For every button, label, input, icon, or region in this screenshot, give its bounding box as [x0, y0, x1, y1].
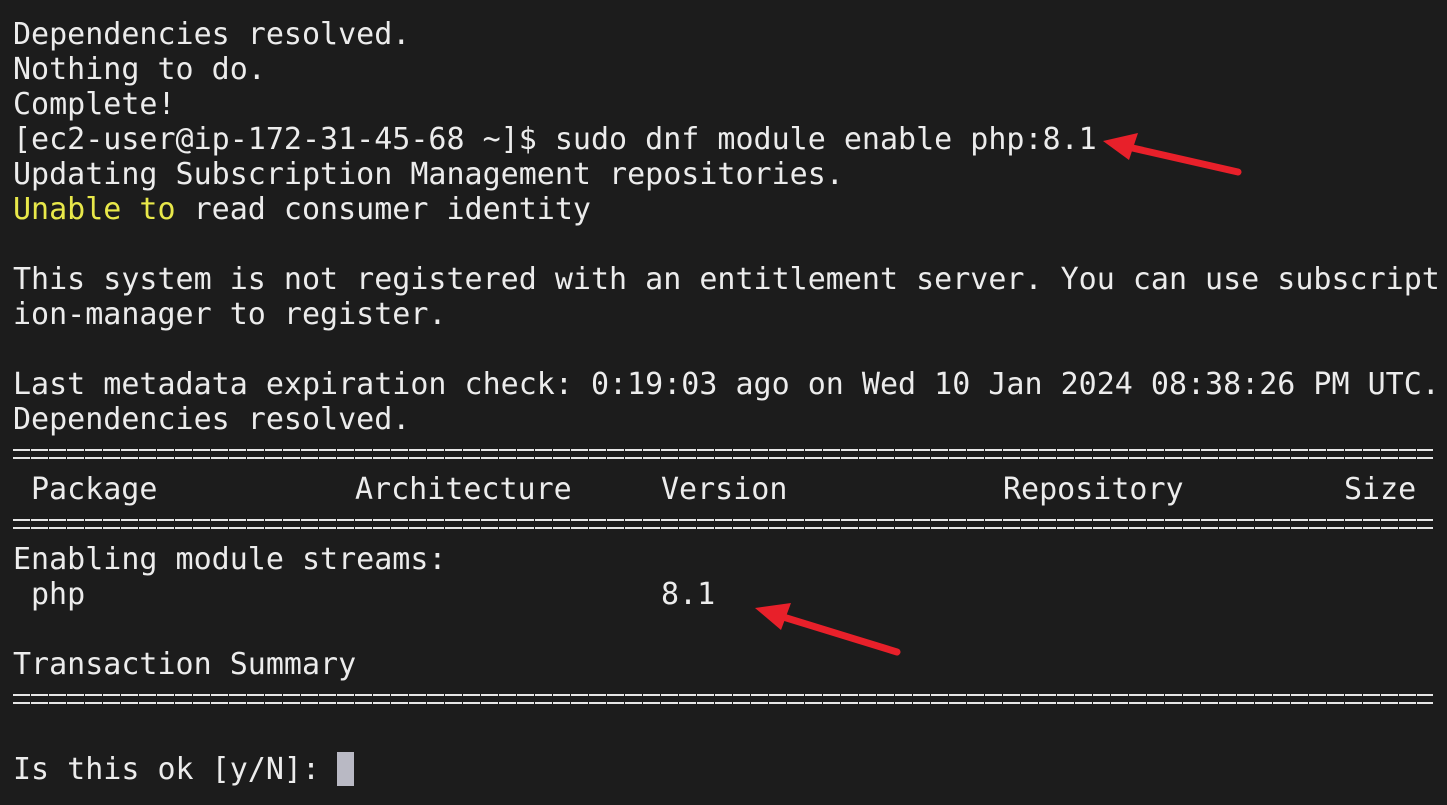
- output-line: Last metadata expiration check: 0:19:03 …: [13, 367, 1440, 402]
- output-line: Nothing to do.: [13, 52, 266, 87]
- table-cell-package: php: [31, 577, 86, 612]
- section-heading: Enabling module streams:: [13, 542, 447, 577]
- command-prompt-line: [ec2-user@ip-172-31-45-68 ~]$ sudo dnf m…: [13, 122, 1097, 157]
- separator-line: [13, 518, 1433, 530]
- separator-line: [13, 448, 1433, 460]
- output-line: This system is not registered with an en…: [13, 262, 1440, 297]
- warning-line: Unable to read consumer identity: [13, 192, 591, 227]
- table-header-version: Version: [661, 472, 788, 507]
- warning-rest-text: read consumer identity: [175, 192, 591, 227]
- separator-line: [13, 693, 1433, 705]
- output-line: ion-manager to register.: [13, 297, 447, 332]
- table-header-architecture: Architecture: [355, 472, 572, 507]
- terminal-window[interactable]: Dependencies resolved. Nothing to do. Co…: [0, 0, 1447, 805]
- output-line: Updating Subscription Management reposit…: [13, 157, 844, 192]
- table-header-package: Package: [31, 472, 158, 507]
- section-heading: Transaction Summary: [13, 647, 357, 682]
- arrow-icon: [755, 603, 901, 656]
- confirm-prompt: Is this ok [y/N]:: [13, 752, 339, 787]
- warning-text: Unable to: [13, 192, 176, 227]
- table-cell-version: 8.1: [661, 577, 716, 612]
- output-line: Complete!: [13, 87, 176, 122]
- arrow-icon: [1103, 133, 1242, 176]
- table-header-repository: Repository: [1003, 472, 1184, 507]
- table-header-size: Size: [1344, 472, 1417, 507]
- text-cursor[interactable]: [337, 752, 354, 786]
- output-line: Dependencies resolved.: [13, 402, 411, 437]
- output-line: Dependencies resolved.: [13, 17, 411, 52]
